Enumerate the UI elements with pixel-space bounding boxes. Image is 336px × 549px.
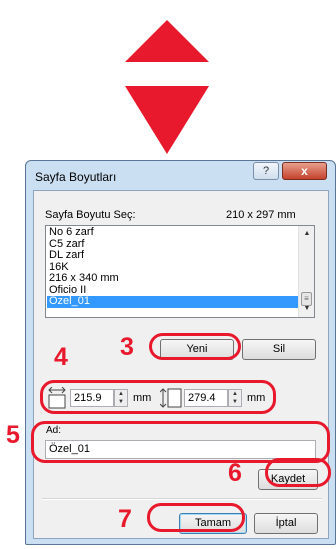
step-number-3: 3 [120, 333, 134, 361]
list-scrollbar[interactable]: ▲ ≡ ▼ [298, 226, 314, 317]
callout-save-button [265, 458, 331, 487]
list-label: Sayfa Boyutu Seç: [45, 209, 136, 221]
help-button[interactable]: ? [253, 162, 279, 180]
dialog-title: Sayfa Boyutları [35, 170, 117, 184]
page-size-list[interactable]: No 6 zarf C5 zarf DL zarf 16K 216 x 340 mm Of… [45, 225, 315, 318]
callout-ok-button [147, 503, 245, 532]
list-item[interactable]: No 6 zarf [47, 226, 299, 239]
step-number-4: 4 [54, 343, 68, 371]
list-item[interactable]: Özel_01 [47, 295, 299, 308]
scroll-down-icon[interactable]: ▼ [299, 301, 315, 317]
close-button[interactable]: x [282, 162, 327, 180]
current-size-label: 210 x 297 mm [226, 209, 296, 221]
delete-button[interactable]: Sil [242, 339, 316, 360]
divider [42, 498, 322, 500]
title-bar: Sayfa Boyutları ? x [26, 161, 335, 189]
up-arrow-icon [125, 20, 209, 62]
callout-size-inputs [40, 380, 276, 414]
step-number-7: 7 [118, 505, 132, 533]
callout-new-button [149, 333, 241, 360]
step-number-6: 6 [228, 459, 242, 487]
down-arrow-icon [125, 86, 209, 154]
list-item[interactable]: DL zarf [47, 249, 299, 262]
list-item[interactable]: 216 x 340 mm [47, 272, 299, 285]
step-number-5: 5 [6, 421, 20, 449]
list-item[interactable]: C5 zarf [47, 238, 299, 251]
scroll-up-icon[interactable]: ▲ [299, 226, 315, 242]
cancel-button[interactable]: İptal [254, 513, 318, 534]
callout-name-input [31, 421, 330, 463]
